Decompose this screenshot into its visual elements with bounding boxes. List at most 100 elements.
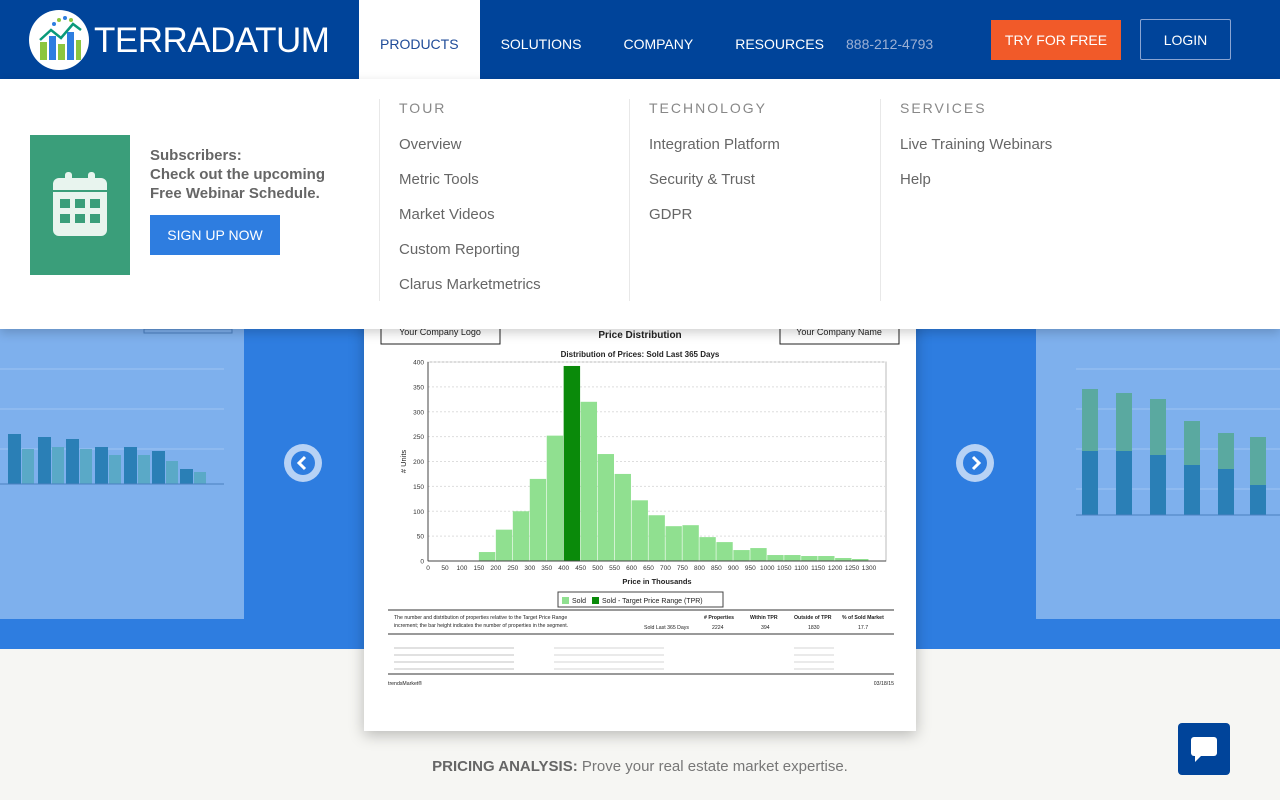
- x-tick-label: 200: [490, 565, 501, 572]
- try-for-free-button[interactable]: TRY FOR FREE: [991, 20, 1121, 60]
- link-custom-reporting[interactable]: Custom Reporting: [399, 241, 629, 258]
- bar: [614, 473, 631, 561]
- footer-date: 03/18/15: [874, 681, 894, 687]
- webinar-promo-text: Subscribers: Check out the upcoming Free…: [150, 147, 326, 202]
- x-tick-label: 500: [592, 565, 603, 572]
- x-tick-label: 1150: [811, 565, 825, 572]
- chevron-right-icon: [963, 451, 987, 475]
- bar: [818, 556, 835, 561]
- nav-company[interactable]: COMPANY: [602, 0, 714, 79]
- y-tick-label: 50: [417, 534, 425, 541]
- table-cell: 17.7: [858, 625, 868, 631]
- link-live-training-webinars[interactable]: Live Training Webinars: [900, 136, 1130, 153]
- bar: [665, 526, 682, 561]
- y-axis-label: # Units: [399, 450, 408, 474]
- logo-text: TERRADATUM: [94, 20, 330, 60]
- x-tick-label: 750: [677, 565, 688, 572]
- legend-label-sold: Sold: [572, 598, 586, 605]
- x-axis-label: Price in Thousands: [622, 577, 691, 586]
- x-tick-label: 1050: [777, 565, 792, 572]
- bar: [750, 548, 767, 561]
- bar: [784, 555, 801, 561]
- report-title: Price Distribution: [598, 330, 681, 341]
- x-tick-label: 250: [507, 565, 518, 572]
- menu-column-services: SERVICES Live Training Webinars Help: [880, 99, 1130, 301]
- carousel-prev-button[interactable]: [284, 444, 322, 482]
- x-tick-label: 450: [575, 565, 586, 572]
- chevron-left-icon: [291, 451, 315, 475]
- bar: [580, 401, 598, 561]
- y-tick-label: 350: [413, 384, 424, 391]
- link-help[interactable]: Help: [900, 171, 1130, 188]
- x-tick-label: 1000: [760, 565, 775, 572]
- table-cell: 394: [761, 625, 770, 631]
- bar: [767, 555, 784, 561]
- y-tick-label: 250: [413, 434, 424, 441]
- x-tick-label: 700: [660, 565, 671, 572]
- link-metric-tools[interactable]: Metric Tools: [399, 171, 629, 188]
- bar: [682, 525, 699, 561]
- bar: [716, 542, 733, 561]
- products-dropdown: Subscribers: Check out the upcoming Free…: [0, 79, 1280, 329]
- summary-table: The number and distribution of propertie…: [388, 609, 894, 687]
- x-tick-label: 850: [711, 565, 722, 572]
- nav-solutions[interactable]: SOLUTIONS: [480, 0, 603, 79]
- summary-text-line-2: increment; the bar height indicates the …: [394, 623, 568, 629]
- logo-mark-icon: [29, 10, 89, 70]
- calendar-icon: [30, 135, 130, 275]
- table-header-cell: Within TPR: [750, 615, 778, 621]
- chart-title: Distribution of Prices: Sold Last 365 Da…: [561, 350, 720, 359]
- column-title: TECHNOLOGY: [649, 100, 768, 116]
- column-title: SERVICES: [900, 100, 987, 116]
- x-tick-label: 0: [426, 565, 430, 572]
- link-gdpr[interactable]: GDPR: [649, 206, 880, 223]
- sign-up-now-button[interactable]: SIGN UP NOW: [150, 215, 280, 255]
- x-tick-label: 50: [441, 565, 449, 572]
- slide-caption: PRICING ANALYSIS: Prove your real estate…: [432, 758, 848, 775]
- menu-column-tour: TOUR Overview Metric Tools Market Videos…: [379, 99, 629, 301]
- x-tick-label: 1250: [845, 565, 860, 572]
- chat-button[interactable]: [1178, 723, 1230, 775]
- chat-bubble-icon: [1191, 737, 1217, 762]
- link-overview[interactable]: Overview: [399, 136, 629, 153]
- x-tick-label: 900: [728, 565, 739, 572]
- legend-swatch-tpr: [592, 597, 599, 604]
- link-security-trust[interactable]: Security & Trust: [649, 171, 880, 188]
- footer-brand: trendsMarket®: [388, 680, 422, 687]
- login-button[interactable]: LOGIN: [1140, 19, 1231, 60]
- link-clarus-marketmetrics[interactable]: Clarus Marketmetrics: [399, 276, 629, 293]
- phone-link[interactable]: 888-212-4793: [846, 36, 933, 52]
- y-tick-label: 300: [413, 409, 424, 416]
- x-tick-label: 650: [643, 565, 654, 572]
- nav-resources[interactable]: RESOURCES: [714, 0, 845, 79]
- bar: [529, 478, 547, 561]
- bar: [495, 529, 513, 561]
- carousel-slide-prev[interactable]: [0, 328, 244, 619]
- x-tick-label: 800: [694, 565, 705, 572]
- bar: [597, 454, 614, 561]
- y-tick-label: 200: [413, 459, 424, 466]
- y-tick-label: 0: [420, 559, 424, 566]
- y-tick-label: 400: [413, 360, 424, 367]
- x-tick-label: 600: [626, 565, 637, 572]
- bar: [512, 511, 530, 561]
- main-nav: PRODUCTS SOLUTIONS COMPANY RESOURCES: [359, 0, 845, 79]
- menu-column-technology: TECHNOLOGY Integration Platform Security…: [629, 99, 880, 301]
- link-integration-platform[interactable]: Integration Platform: [649, 136, 880, 153]
- x-tick-label: 300: [524, 565, 535, 572]
- x-tick-label: 150: [473, 565, 484, 572]
- price-distribution-report: Your Company Logo Your Company Name Price …: [364, 300, 916, 731]
- legend-label-tpr: Sold - Target Price Range (TPR): [602, 598, 703, 605]
- x-tick-label: 1300: [862, 565, 877, 572]
- link-market-videos[interactable]: Market Videos: [399, 206, 629, 223]
- table-header-cell: % of Sold Market: [842, 615, 884, 621]
- y-tick-label: 100: [413, 509, 424, 516]
- x-tick-label: 1100: [794, 565, 808, 572]
- logo[interactable]: TERRADATUM: [29, 10, 330, 70]
- carousel-next-button[interactable]: [956, 444, 994, 482]
- bar: [801, 556, 818, 561]
- bar: [563, 365, 581, 561]
- x-tick-label: 100: [456, 565, 467, 572]
- carousel-slide-next[interactable]: [1036, 329, 1280, 619]
- nav-products[interactable]: PRODUCTS: [359, 0, 480, 79]
